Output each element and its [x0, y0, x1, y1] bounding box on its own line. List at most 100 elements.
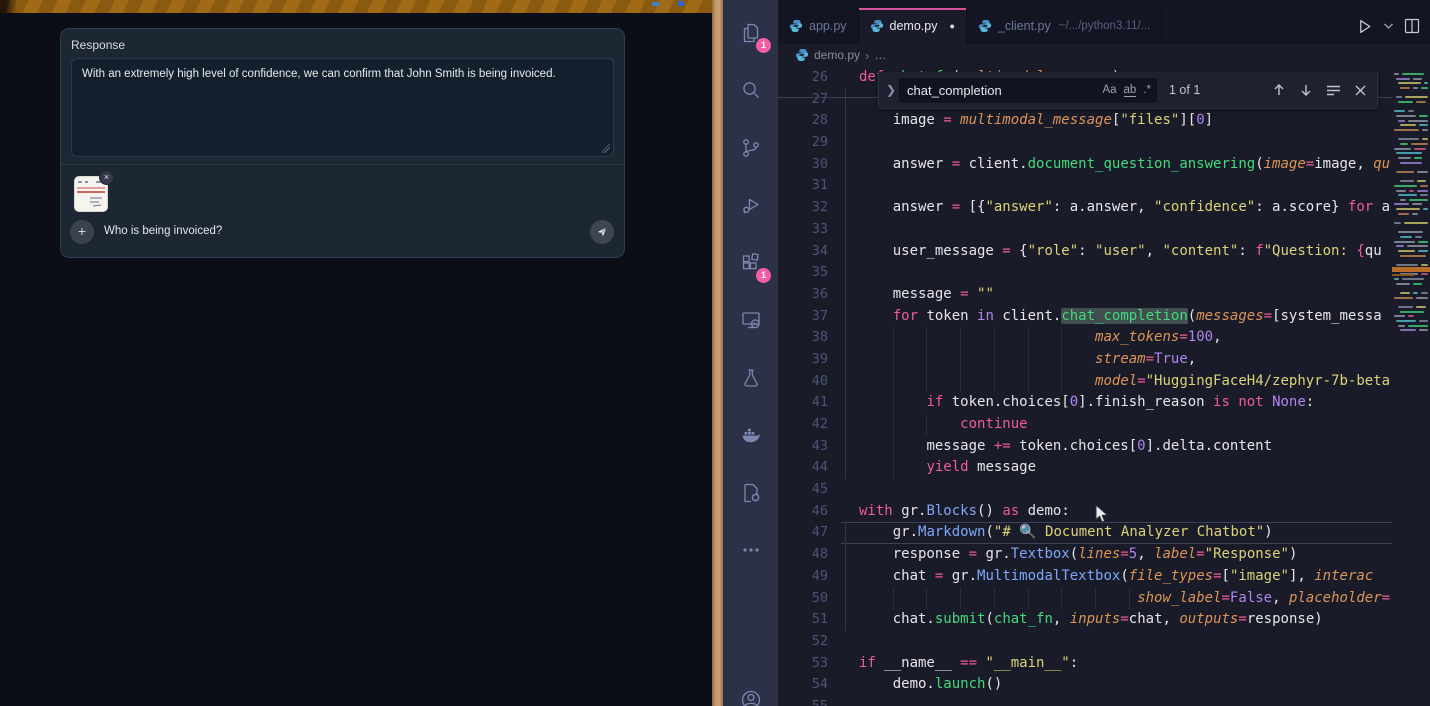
- strip-notch: [0, 0, 16, 13]
- code-line-28: 28image = multimodal_message["files"][0]: [778, 110, 1430, 132]
- code-lines: 26def chat_fn(multimodal_message):2728im…: [778, 67, 1430, 706]
- response-textarea[interactable]: With an extremely high level of confiden…: [71, 58, 614, 157]
- gradio-form: Response With an extremely high level of…: [60, 28, 625, 258]
- match-case-toggle[interactable]: Aa: [1102, 84, 1116, 96]
- find-results-count: 1 of 1: [1169, 83, 1200, 97]
- tab-app.py[interactable]: app.py: [778, 8, 859, 44]
- activity-item-files-icon[interactable]: 1: [723, 4, 778, 62]
- activity-item-more-icon[interactable]: [723, 522, 778, 580]
- code-editor[interactable]: 26def chat_fn(multimodal_message):2728im…: [778, 66, 1430, 706]
- search-icon: [739, 78, 763, 102]
- screen: Response With an extremely high level of…: [0, 0, 1430, 706]
- code-line-55: 55: [778, 696, 1430, 706]
- find-widget: ❯ chat_completion Aa ab .* 1 of 1: [878, 72, 1378, 109]
- breadcrumb-symbol[interactable]: …: [874, 48, 886, 62]
- breadcrumb-file[interactable]: demo.py: [814, 48, 860, 62]
- code-line-33: 33: [778, 219, 1430, 241]
- run-dropdown-chevron-icon[interactable]: [1383, 22, 1394, 30]
- window-edge-strip: [712, 0, 723, 706]
- send-icon: [595, 225, 609, 239]
- tab-bar: app.py demo.py ● _client.py ~/.../python3.11…: [778, 0, 1430, 44]
- gradio-app-pane: Response With an extremely high level of…: [0, 0, 712, 706]
- minimap[interactable]: [1392, 66, 1430, 706]
- python-file-icon: [789, 19, 803, 33]
- resize-handle[interactable]: [601, 144, 610, 153]
- docker-icon: [739, 423, 763, 447]
- tab-label: app.py: [809, 19, 847, 33]
- doc-line: [90, 197, 102, 199]
- code-line-47: 47gr.Markdown("# 🔍 Document Analyzer Cha…: [778, 522, 1430, 544]
- strip-icon-fragment: [678, 1, 684, 6]
- code-config-icon: [739, 481, 763, 505]
- close-find-icon[interactable]: [1354, 84, 1367, 97]
- tab-description: ~/.../python3.11/...: [1059, 20, 1151, 32]
- regex-toggle[interactable]: .*: [1143, 84, 1151, 96]
- remove-attachment-button[interactable]: ×: [99, 170, 114, 185]
- breadcrumb: demo.py › …: [778, 44, 1430, 66]
- tab-demo.py[interactable]: demo.py ●: [859, 8, 967, 44]
- code-line-41: 41if token.choices[0].finish_reason is n…: [778, 392, 1430, 414]
- code-line-36: 36message = "": [778, 284, 1430, 306]
- tab-label: demo.py: [890, 19, 938, 33]
- activity-badge: 1: [756, 38, 771, 53]
- activity-item-source-control-icon[interactable]: [723, 119, 778, 177]
- more-icon: [739, 538, 763, 562]
- activity-item-search-icon[interactable]: [723, 62, 778, 120]
- chat-input-row: + Who is being invoiced?: [61, 219, 624, 249]
- chat-input[interactable]: Who is being invoiced?: [104, 225, 222, 237]
- submit-button[interactable]: [590, 220, 614, 244]
- account-icon: [739, 688, 763, 706]
- code-line-42: 42continue: [778, 414, 1430, 436]
- response-text: With an extremely high level of confiden…: [82, 68, 556, 80]
- indent-guide: [845, 89, 846, 479]
- code-line-39: 39stream=True,: [778, 349, 1430, 371]
- activity-item-account-icon[interactable]: [723, 688, 778, 706]
- tab-_client.py[interactable]: _client.py ~/.../python3.11/...: [967, 8, 1162, 44]
- run-button[interactable]: [1356, 18, 1373, 35]
- code-line-32: 32answer = [{"answer": a.answer, "confid…: [778, 197, 1430, 219]
- previous-match-icon[interactable]: [1272, 83, 1286, 97]
- code-line-30: 30answer = client.document_question_answ…: [778, 154, 1430, 176]
- indent-guide: [845, 523, 846, 631]
- activity-bar: 11: [723, 0, 778, 706]
- add-file-button[interactable]: +: [70, 220, 94, 244]
- split-editor-button[interactable]: [1404, 18, 1420, 34]
- activity-item-run-debug-icon[interactable]: [723, 177, 778, 235]
- find-query[interactable]: chat_completion: [907, 83, 1095, 98]
- tab-label: _client.py: [998, 19, 1051, 33]
- code-line-40: 40model="HuggingFaceH4/zephyr-7b-beta: [778, 371, 1430, 393]
- code-line-35: 35: [778, 262, 1430, 284]
- breadcrumb-separator: ›: [865, 48, 869, 63]
- doc-line: [93, 202, 101, 206]
- code-line-51: 51chat.submit(chat_fn, inputs=chat, outp…: [778, 609, 1430, 631]
- response-label: Response: [71, 38, 125, 52]
- activity-item-remote-explorer-icon[interactable]: [723, 292, 778, 350]
- editor-actions: [1350, 8, 1426, 44]
- find-in-selection-icon[interactable]: [1326, 84, 1341, 97]
- code-line-54: 54demo.launch(): [778, 674, 1430, 696]
- code-line-49: 49chat = gr.MultimodalTextbox(file_types…: [778, 566, 1430, 588]
- activity-item-docker-icon[interactable]: [723, 407, 778, 465]
- code-line-34: 34user_message = {"role": "user", "conte…: [778, 241, 1430, 263]
- activity-item-code-config-icon[interactable]: [723, 464, 778, 522]
- activity-item-testing-icon[interactable]: [723, 349, 778, 407]
- code-line-44: 44yield message: [778, 457, 1430, 479]
- code-line-38: 38max_tokens=100,: [778, 327, 1430, 349]
- whole-word-toggle[interactable]: ab: [1124, 84, 1137, 97]
- next-match-icon[interactable]: [1299, 83, 1313, 97]
- minimap-search-match: [1392, 267, 1430, 272]
- toggle-replace-chevron-icon[interactable]: ❯: [883, 83, 899, 97]
- testing-icon: [739, 366, 763, 390]
- activity-item-extensions-icon[interactable]: 1: [723, 234, 778, 292]
- modified-dot-icon: ●: [949, 21, 954, 31]
- code-line-45: 45: [778, 479, 1430, 501]
- find-input[interactable]: chat_completion Aa ab .*: [899, 78, 1157, 103]
- python-file-icon: [870, 19, 884, 33]
- vscode-window: 11 app.pydemo.py●_client.py~/.../python3…: [723, 0, 1430, 706]
- multimodal-textbox: × + Who is being invoiced?: [61, 165, 624, 258]
- browser-top-strip: [0, 0, 712, 13]
- code-line-37: 37for token in client.chat_completion(me…: [778, 306, 1430, 328]
- strip-icon-fragment: [652, 2, 659, 6]
- code-line-31: 31: [778, 175, 1430, 197]
- activity-badge: 1: [756, 268, 771, 283]
